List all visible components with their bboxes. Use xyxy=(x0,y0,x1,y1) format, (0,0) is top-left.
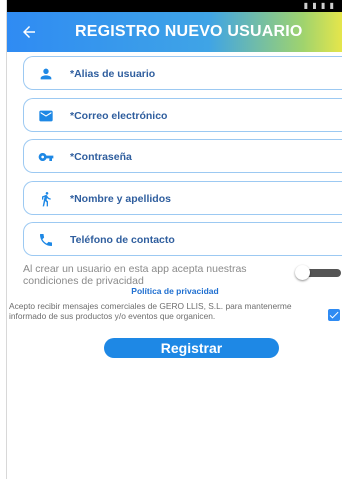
mail-icon xyxy=(38,108,54,124)
check-icon xyxy=(329,311,339,319)
arrow-left-icon xyxy=(23,26,35,38)
privacy-policy-link[interactable]: Política de privacidad xyxy=(7,286,342,296)
phone-icon xyxy=(38,232,54,248)
alias-field[interactable] xyxy=(23,56,342,90)
app-bar: REGISTRO NUEVO USUARIO xyxy=(7,12,342,52)
email-field[interactable] xyxy=(23,98,342,132)
key-icon xyxy=(38,149,54,165)
email-input[interactable] xyxy=(70,107,330,125)
phone-input[interactable] xyxy=(70,231,330,249)
register-button[interactable]: Registrar xyxy=(104,338,279,358)
toggle-knob xyxy=(295,265,310,280)
person-icon xyxy=(38,66,54,82)
privacy-consent-text: Al crear un usuario en esta app acepta n… xyxy=(23,263,247,287)
walking-person-icon xyxy=(38,191,54,207)
status-bar: ▮ ▮ ▮ ▮ xyxy=(7,0,342,12)
alias-input[interactable] xyxy=(70,65,330,83)
commercial-consent-text: Acepto recibir mensajes comerciales de G… xyxy=(9,301,292,321)
status-icons: ▮ ▮ ▮ ▮ xyxy=(303,1,335,10)
privacy-consent-toggle[interactable] xyxy=(295,265,341,280)
page-title: REGISTRO NUEVO USUARIO xyxy=(75,23,303,40)
password-field[interactable] xyxy=(23,139,342,173)
commercial-consent-checkbox[interactable] xyxy=(328,309,340,321)
password-input[interactable] xyxy=(70,148,330,166)
fullname-field[interactable] xyxy=(23,181,342,215)
phone-field[interactable] xyxy=(23,222,342,256)
back-button[interactable] xyxy=(15,18,43,46)
fullname-input[interactable] xyxy=(70,190,330,208)
app-screen: ▮ ▮ ▮ ▮ REGISTRO NUEVO USUARIO *Alias de… xyxy=(6,0,342,479)
